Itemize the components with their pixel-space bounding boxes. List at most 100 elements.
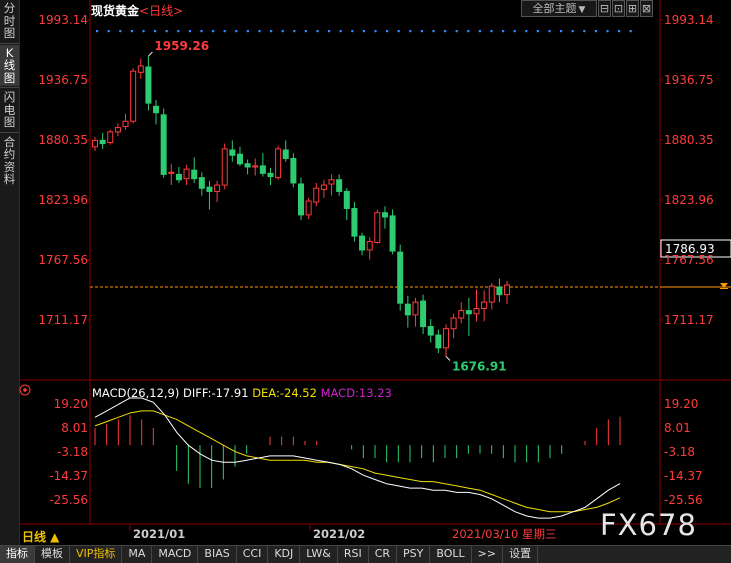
event-dot — [235, 30, 238, 33]
event-dot — [606, 30, 609, 33]
event-dot — [258, 30, 261, 33]
candle — [236, 153, 243, 165]
tab-12[interactable]: BOLL — [430, 546, 472, 563]
bottom-toolbar: 指标 模板 VIP指标 MA MACD BIAS CCI KDJ LW& RSI CR PSY BOLL… — [0, 545, 731, 563]
candle — [359, 235, 366, 251]
event-dot — [223, 30, 226, 33]
event-dot — [513, 30, 516, 33]
price-tick-left-5: 1711.17 — [38, 313, 88, 327]
price-tick-right-2: 1880.35 — [664, 133, 714, 147]
tab-6[interactable]: CCI — [237, 546, 269, 563]
price-tick-left-0: 1993.14 — [38, 13, 88, 27]
price-tick-left-3: 1823.96 — [38, 193, 88, 207]
macd-header: MACD(26,12,9) DIFF:-17.91 DEA:-24.52 MAC… — [92, 386, 392, 400]
high-pointer — [148, 51, 153, 57]
event-dot — [304, 30, 307, 33]
tab-8[interactable]: LW& — [300, 546, 338, 563]
macd-tick-right-4: -25.56 — [664, 493, 703, 507]
candle — [229, 149, 236, 156]
event-dot — [165, 30, 168, 33]
macd-tick-right-2: -3.18 — [664, 445, 695, 459]
event-dot — [328, 30, 331, 33]
tab-1[interactable]: 模板 — [35, 546, 70, 563]
event-dot — [154, 30, 157, 33]
candle — [198, 177, 205, 189]
candle — [435, 334, 442, 349]
tab-4[interactable]: MACD — [152, 546, 199, 563]
candle — [374, 212, 381, 244]
x-cursor-date: 2021/03/10 星期三 — [452, 527, 556, 541]
tab-5[interactable]: BIAS — [198, 546, 237, 563]
candle — [404, 303, 411, 316]
event-dot — [397, 30, 400, 33]
event-dot — [478, 30, 481, 33]
candle — [328, 179, 335, 185]
candle — [145, 66, 152, 104]
event-dot — [351, 30, 354, 33]
chart-canvas[interactable]: 1993.14 1993.14 1936.75 1936.75 1880.35 1880.… — [0, 0, 731, 545]
event-dot — [177, 30, 180, 33]
event-dot — [212, 30, 215, 33]
macd-params: MACD(26,12,9) — [92, 386, 180, 400]
tab-7[interactable]: KDJ — [268, 546, 301, 563]
period-selector[interactable]: 日线 ▲ — [22, 528, 59, 545]
candle — [450, 317, 457, 330]
candle — [259, 165, 266, 174]
candle — [221, 148, 228, 186]
candle — [191, 169, 198, 180]
event-dot — [525, 30, 528, 33]
event-dot — [432, 30, 435, 33]
candle — [420, 300, 427, 328]
macd-tick-left-2: -3.18 — [57, 445, 88, 459]
event-dot — [444, 30, 447, 33]
candle — [389, 215, 396, 252]
tab-10[interactable]: CR — [369, 546, 398, 563]
event-dot — [490, 30, 493, 33]
event-dot — [339, 30, 342, 33]
tab-14[interactable]: 设置 — [503, 546, 539, 563]
candle — [504, 284, 511, 296]
event-dot — [560, 30, 563, 33]
candle — [442, 328, 449, 349]
event-dot — [548, 30, 551, 33]
macd-tick-right-3: -14.37 — [664, 469, 703, 483]
price-tick-left-2: 1880.35 — [38, 133, 88, 147]
tab-0[interactable]: 指标 — [0, 546, 35, 563]
high-annotation: 1959.26 — [154, 39, 209, 53]
candle — [183, 168, 190, 180]
tab-2[interactable]: VIP指标 — [70, 546, 123, 563]
low-pointer — [445, 356, 451, 361]
dea-line — [94, 410, 621, 513]
event-dot — [583, 30, 586, 33]
event-dot — [362, 30, 365, 33]
macd-dea-value: DEA:-24.52 — [252, 386, 317, 400]
event-dot — [502, 30, 505, 33]
low-annotation: 1676.91 — [452, 359, 507, 373]
macd-layer — [94, 397, 621, 519]
candle — [305, 200, 312, 216]
price-alert-icon[interactable] — [720, 283, 728, 289]
candle — [107, 131, 114, 144]
tab-3[interactable]: MA — [122, 546, 153, 563]
event-dot — [293, 30, 296, 33]
candle — [130, 70, 137, 122]
event-dot — [200, 30, 203, 33]
candle — [153, 105, 160, 114]
candle — [351, 207, 358, 237]
macd-tick-left-1: 8.01 — [61, 421, 88, 435]
event-dot — [536, 30, 539, 33]
tab-13[interactable]: >> — [472, 546, 504, 563]
price-tick-right-0: 1993.14 — [664, 13, 714, 27]
price-tick-right-5: 1711.17 — [664, 313, 714, 327]
event-dot — [594, 30, 597, 33]
candle — [458, 310, 465, 319]
event-dot — [281, 30, 284, 33]
event-dot — [420, 30, 423, 33]
candle — [397, 251, 404, 304]
price-tick-right-3: 1823.96 — [664, 193, 714, 207]
candle — [488, 285, 495, 303]
tab-9[interactable]: RSI — [338, 546, 369, 563]
price-tick-right-1: 1936.75 — [664, 73, 714, 87]
tab-11[interactable]: PSY — [397, 546, 431, 563]
x-label-0: 2021/01 — [133, 527, 185, 541]
